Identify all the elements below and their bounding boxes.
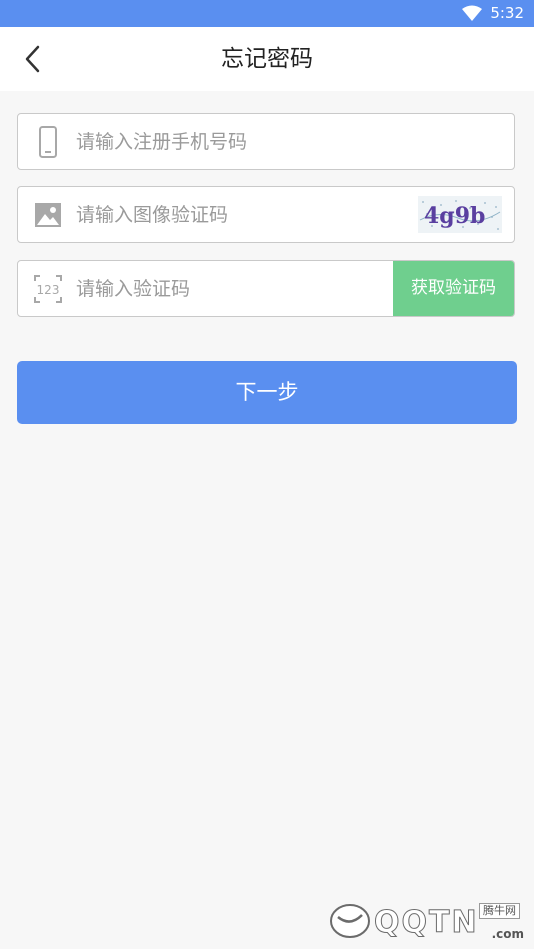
captcha-text: 4g9b: [424, 203, 485, 229]
sms-code-input[interactable]: [76, 261, 376, 316]
qqtn-logo-icon: [330, 904, 370, 938]
number-123-icon: 123: [34, 275, 62, 303]
wifi-icon: [462, 5, 482, 21]
status-time: 5:32: [490, 4, 524, 22]
phone-field: [17, 113, 515, 170]
status-bar: 5:32: [0, 0, 534, 27]
watermark-domain: .com: [491, 927, 524, 941]
page-title: 忘记密码: [221, 46, 313, 72]
image-code-input[interactable]: [76, 187, 396, 242]
captcha-image[interactable]: 4g9b: [418, 196, 502, 233]
get-code-button[interactable]: 获取验证码: [393, 261, 514, 316]
sms-code-field: 123 获取验证码: [17, 260, 515, 317]
icon-text: 123: [37, 283, 60, 297]
phone-input[interactable]: [76, 114, 496, 169]
watermark-cn: 腾牛网: [479, 903, 520, 919]
next-button[interactable]: 下一步: [17, 361, 517, 424]
watermark-brand: QQTN: [374, 905, 479, 941]
app-bar: 忘记密码: [0, 27, 534, 91]
image-code-field: 4g9b: [17, 186, 515, 243]
watermark: QQTN 腾牛网 .com: [328, 897, 528, 945]
image-icon: [35, 203, 61, 227]
phone-icon: [39, 126, 57, 158]
